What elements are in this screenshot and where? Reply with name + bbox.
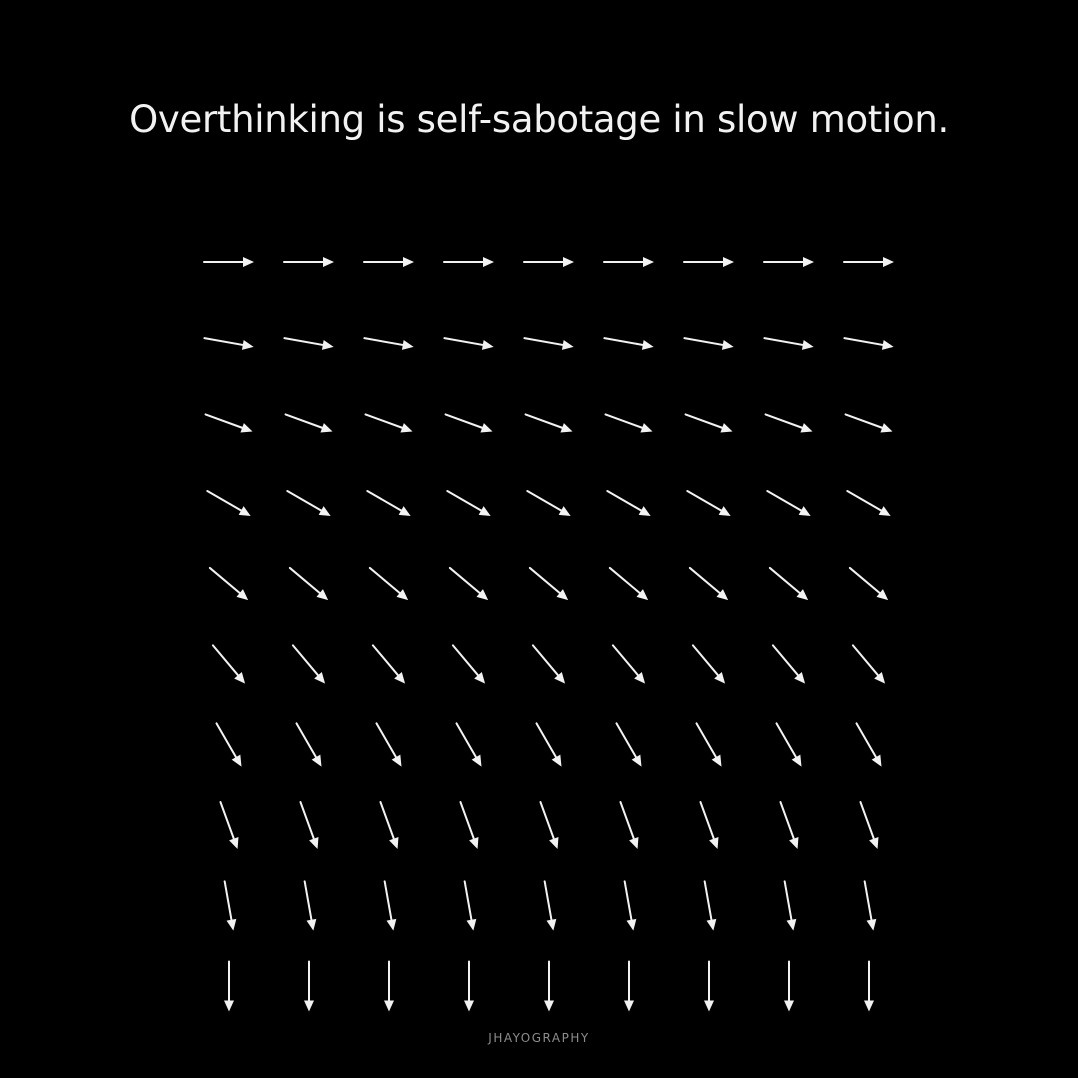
arrow-icon [863, 880, 877, 931]
arrow-icon [606, 490, 651, 516]
arrow-icon [283, 257, 334, 267]
arrow-icon [764, 413, 813, 433]
arrow-icon [455, 722, 482, 767]
arrow-icon [384, 960, 394, 1012]
arrow-icon [203, 337, 254, 350]
arrow-icon [366, 490, 411, 516]
arrow-icon [295, 722, 322, 767]
arrow-icon [523, 337, 574, 350]
arrow-icon [463, 880, 477, 931]
arrow-icon [524, 413, 573, 433]
arrow-icon [219, 801, 239, 849]
arrow-icon [763, 257, 814, 267]
arrow-field [203, 257, 894, 1012]
arrow-icon [304, 960, 314, 1012]
arrow-icon [215, 722, 242, 767]
arrow-icon [299, 801, 319, 849]
arrow-icon [363, 257, 414, 267]
arrow-icon [763, 337, 814, 350]
arrow-icon [544, 960, 554, 1012]
arrow-icon [604, 413, 653, 433]
arrow-icon [683, 257, 734, 267]
arrow-icon [766, 490, 811, 516]
arrow-icon [528, 566, 569, 601]
arrow-icon [684, 413, 733, 433]
arrow-icon [383, 880, 397, 931]
arrow-icon [603, 257, 654, 267]
arrow-icon [771, 644, 806, 684]
arrow-icon [704, 960, 714, 1012]
arrow-icon [364, 413, 413, 433]
arrow-icon [539, 801, 559, 849]
arrow-icon [699, 801, 719, 849]
arrow-icon [526, 490, 571, 516]
arrow-icon [608, 566, 649, 601]
watermark-logo: JHAYOGRAPHY [488, 1031, 590, 1045]
arrow-icon [603, 337, 654, 350]
arrow-icon [286, 490, 331, 516]
arrow-icon [624, 960, 634, 1012]
arrow-icon [843, 257, 894, 267]
arrow-icon [284, 413, 333, 433]
arrow-icon [288, 566, 329, 601]
arrow-icon [224, 960, 234, 1012]
arrow-icon [855, 722, 882, 767]
arrow-icon [303, 880, 317, 931]
arrow-icon [443, 257, 494, 267]
arrow-icon [206, 490, 251, 516]
arrow-icon [523, 257, 574, 267]
arrow-icon [223, 880, 237, 931]
arrow-icon [531, 644, 566, 684]
arrow-icon [775, 722, 802, 767]
arrow-icon [691, 644, 726, 684]
arrow-icon [291, 644, 326, 684]
arrow-icon [446, 490, 491, 516]
arrow-icon [864, 960, 874, 1012]
arrow-icon [464, 960, 474, 1012]
page: Overthinking is self-sabotage in slow mo… [0, 0, 1078, 1078]
arrow-icon [768, 566, 809, 601]
arrow-icon [779, 801, 799, 849]
arrow-icon [683, 337, 734, 350]
arrow-icon [203, 257, 254, 267]
arrow-icon [208, 566, 249, 601]
arrow-icon [451, 644, 486, 684]
arrow-icon [615, 722, 642, 767]
arrow-icon [783, 880, 797, 931]
arrow-icon [375, 722, 402, 767]
arrow-icon [851, 644, 886, 684]
arrow-icon [859, 801, 879, 849]
arrow-icon [204, 413, 253, 433]
arrow-icon [211, 644, 246, 684]
arrow-icon [535, 722, 562, 767]
arrow-icon [784, 960, 794, 1012]
arrow-icon [686, 490, 731, 516]
arrow-icon [703, 880, 717, 931]
arrow-icon [688, 566, 729, 601]
arrow-icon [695, 722, 722, 767]
arrow-icon [843, 337, 894, 350]
arrow-icon [443, 337, 494, 350]
arrow-icon [379, 801, 399, 849]
arrow-icon [623, 880, 637, 931]
arrow-icon [371, 644, 406, 684]
arrow-icon [368, 566, 409, 601]
arrow-icon [611, 644, 646, 684]
arrow-icon [448, 566, 489, 601]
arrow-icon [444, 413, 493, 433]
arrow-icon [848, 566, 889, 601]
arrow-icon [459, 801, 479, 849]
arrow-icon [543, 880, 557, 931]
arrow-icon [283, 337, 334, 350]
arrow-icon [846, 490, 891, 516]
arrow-icon [844, 413, 893, 433]
arrow-icon [363, 337, 414, 350]
arrow-icon [619, 801, 639, 849]
